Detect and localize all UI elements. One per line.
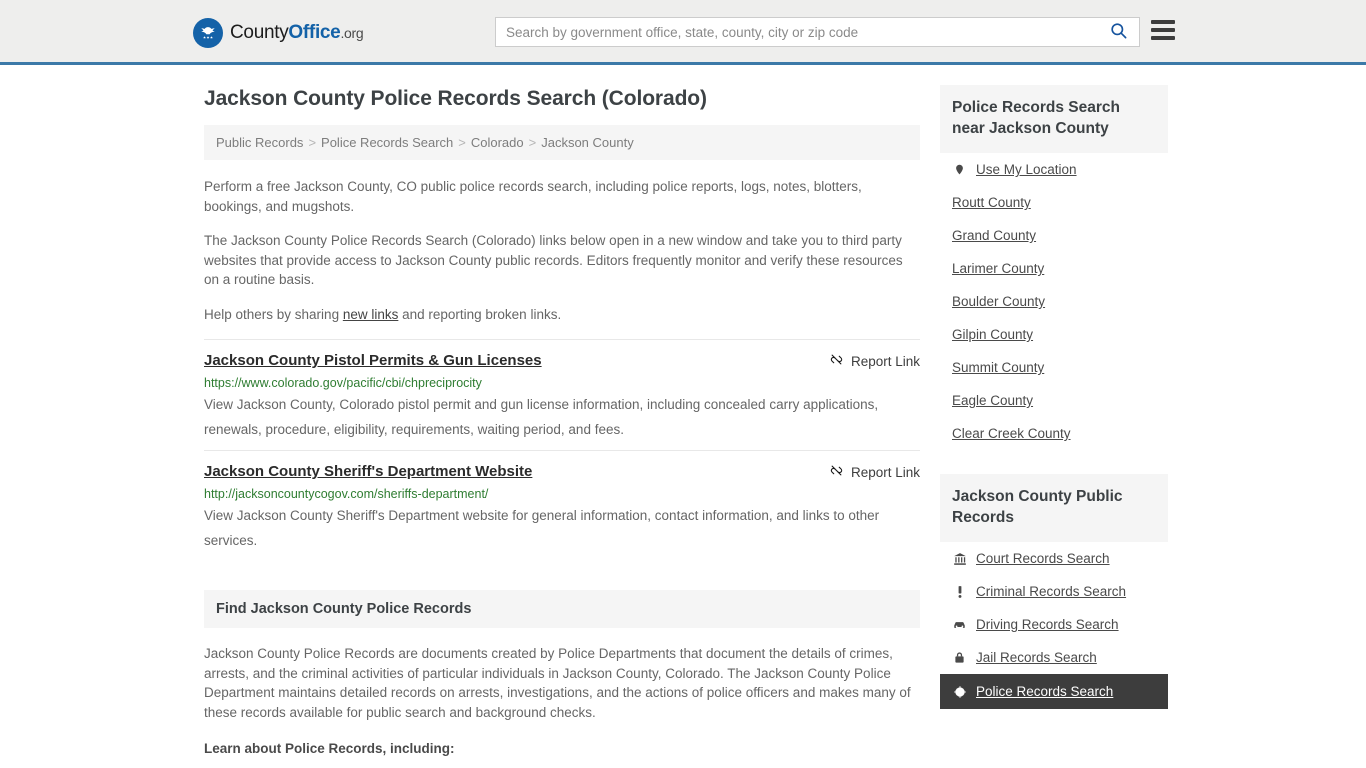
sidebar-item-label[interactable]: Boulder County bbox=[952, 294, 1045, 309]
share-text-after: and reporting broken links. bbox=[398, 306, 562, 322]
sidebar-item-gilpin-county[interactable]: Gilpin County bbox=[952, 318, 1156, 351]
map-pin-icon bbox=[952, 162, 967, 177]
sidebar-item-boulder-county[interactable]: Boulder County bbox=[952, 285, 1156, 318]
sidebar-item-label[interactable]: Jail Records Search bbox=[976, 650, 1097, 665]
share-text-before: Help others by sharing bbox=[204, 306, 343, 322]
report-link-button[interactable]: Report Link bbox=[829, 462, 920, 481]
sidebar-item-label[interactable]: Summit County bbox=[952, 360, 1044, 375]
sidebar-public-records-list: Court Records Search Criminal Records Se… bbox=[940, 542, 1168, 709]
result-description: View Jackson County Sheriff's Department… bbox=[204, 508, 880, 548]
sidebar-item-label[interactable]: Grand County bbox=[952, 228, 1036, 243]
car-icon bbox=[952, 618, 967, 632]
breadcrumb-item-colorado[interactable]: Colorado bbox=[471, 135, 524, 150]
result-description: View Jackson County, Colorado pistol per… bbox=[204, 397, 879, 437]
sidebar-item-summit-county[interactable]: Summit County bbox=[952, 351, 1156, 384]
sidebar-item-court-records-search[interactable]: Court Records Search bbox=[952, 542, 1156, 575]
intro-paragraph-1: Perform a free Jackson County, CO public… bbox=[204, 179, 862, 214]
sidebar-item-jail-records-search[interactable]: Jail Records Search bbox=[952, 641, 1156, 674]
sidebar-item-label[interactable]: Eagle County bbox=[952, 393, 1033, 408]
sidebar-item-label[interactable]: Larimer County bbox=[952, 261, 1044, 276]
sidebar-item-police-records-search[interactable]: Police Records Search bbox=[940, 674, 1168, 709]
hamburger-bar bbox=[1151, 36, 1175, 40]
search-bar bbox=[495, 17, 1140, 47]
sidebar-item-label[interactable]: Driving Records Search bbox=[976, 617, 1119, 632]
sidebar-item-eagle-county[interactable]: Eagle County bbox=[952, 384, 1156, 417]
search-icon bbox=[1109, 21, 1128, 43]
main-content: Jackson County Police Records Search (Co… bbox=[204, 87, 920, 768]
result-title-link[interactable]: Jackson County Pistol Permits & Gun Lice… bbox=[204, 351, 542, 370]
result-header: Jackson County Pistol Permits & Gun Lice… bbox=[204, 351, 920, 370]
sidebar-public-records-heading: Jackson County Public Records bbox=[940, 474, 1168, 542]
learn-about-heading: Learn about Police Records, including: bbox=[204, 741, 455, 756]
broken-link-icon bbox=[829, 352, 844, 370]
sidebar-near-heading: Police Records Search near Jackson Count… bbox=[940, 85, 1168, 153]
result-url[interactable]: http://jacksoncountycogov.com/sheriffs-d… bbox=[204, 486, 920, 502]
breadcrumb-item-police-records-search[interactable]: Police Records Search bbox=[321, 135, 453, 150]
logo-text: CountyOffice.org bbox=[230, 22, 364, 44]
breadcrumb-separator: > bbox=[308, 135, 317, 150]
sidebar-item-label[interactable]: Police Records Search bbox=[976, 684, 1113, 699]
breadcrumb: Public Records > Police Records Search > Col… bbox=[204, 125, 920, 160]
exclamation-icon bbox=[952, 585, 967, 599]
sidebar-item-grand-county[interactable]: Grand County bbox=[952, 219, 1156, 252]
report-link-button[interactable]: Report Link bbox=[829, 351, 920, 370]
broken-link-icon bbox=[829, 463, 844, 481]
search-button[interactable] bbox=[1097, 18, 1139, 46]
sidebar-item-label[interactable]: Use My Location bbox=[976, 162, 1077, 177]
report-link-label: Report Link bbox=[850, 353, 920, 369]
search-input[interactable] bbox=[496, 18, 1097, 46]
breadcrumb-item-public-records[interactable]: Public Records bbox=[216, 135, 303, 150]
breadcrumb-separator: > bbox=[458, 135, 466, 150]
hamburger-bar bbox=[1151, 28, 1175, 32]
sidebar-public-records-block: Jackson County Public Records Court Reco… bbox=[940, 474, 1168, 709]
sidebar-item-label[interactable]: Clear Creek County bbox=[952, 426, 1071, 441]
site-logo[interactable]: CountyOffice.org bbox=[193, 18, 364, 48]
sidebar-item-use-my-location[interactable]: Use My Location bbox=[952, 153, 1156, 186]
sidebar-item-label[interactable]: Routt County bbox=[952, 195, 1031, 210]
hamburger-menu-icon[interactable] bbox=[1151, 20, 1175, 40]
logo-accent: Office bbox=[288, 22, 341, 43]
page-title: Jackson County Police Records Search (Co… bbox=[204, 87, 707, 110]
intro-paragraph-3: Help others by sharing new links and rep… bbox=[204, 305, 920, 325]
site-header: CountyOffice.org bbox=[0, 0, 1366, 65]
sidebar-item-label[interactable]: Criminal Records Search bbox=[976, 584, 1126, 599]
find-records-paragraph: Jackson County Police Records are docume… bbox=[204, 646, 911, 720]
result-item: Jackson County Pistol Permits & Gun Lice… bbox=[204, 339, 920, 442]
breadcrumb-item-jackson-county[interactable]: Jackson County bbox=[541, 135, 634, 150]
sidebar-item-label[interactable]: Court Records Search bbox=[976, 551, 1110, 566]
courthouse-icon bbox=[952, 552, 967, 566]
badge-icon bbox=[952, 685, 967, 699]
report-link-label: Report Link bbox=[850, 464, 920, 480]
result-title-link[interactable]: Jackson County Sheriff's Department Webs… bbox=[204, 462, 532, 481]
hamburger-bar bbox=[1151, 20, 1175, 24]
result-url[interactable]: https://www.colorado.gov/pacific/cbi/chp… bbox=[204, 375, 920, 391]
new-links-link[interactable]: new links bbox=[343, 307, 399, 322]
sidebar-item-driving-records-search[interactable]: Driving Records Search bbox=[952, 608, 1156, 641]
lock-icon bbox=[952, 650, 967, 665]
find-records-body: Jackson County Police Records are docume… bbox=[204, 644, 920, 768]
sidebar: Police Records Search near Jackson Count… bbox=[940, 85, 1168, 709]
sidebar-item-criminal-records-search[interactable]: Criminal Records Search bbox=[952, 575, 1156, 608]
sidebar-item-larimer-county[interactable]: Larimer County bbox=[952, 252, 1156, 285]
breadcrumb-separator: > bbox=[528, 135, 537, 150]
sidebar-item-routt-county[interactable]: Routt County bbox=[952, 186, 1156, 219]
intro-paragraph-2: The Jackson County Police Records Search… bbox=[204, 233, 903, 287]
sidebar-near-list: Use My Location Routt County Grand Count… bbox=[940, 153, 1168, 450]
find-records-heading: Find Jackson County Police Records bbox=[204, 590, 920, 628]
sidebar-item-label[interactable]: Gilpin County bbox=[952, 327, 1033, 342]
sidebar-item-clear-creek-county[interactable]: Clear Creek County bbox=[952, 417, 1156, 450]
logo-prefix: County bbox=[230, 22, 289, 43]
eagle-seal-icon bbox=[193, 18, 223, 48]
logo-suffix: .org bbox=[340, 25, 364, 41]
result-header: Jackson County Sheriff's Department Webs… bbox=[204, 462, 920, 481]
result-item: Jackson County Sheriff's Department Webs… bbox=[204, 450, 920, 553]
